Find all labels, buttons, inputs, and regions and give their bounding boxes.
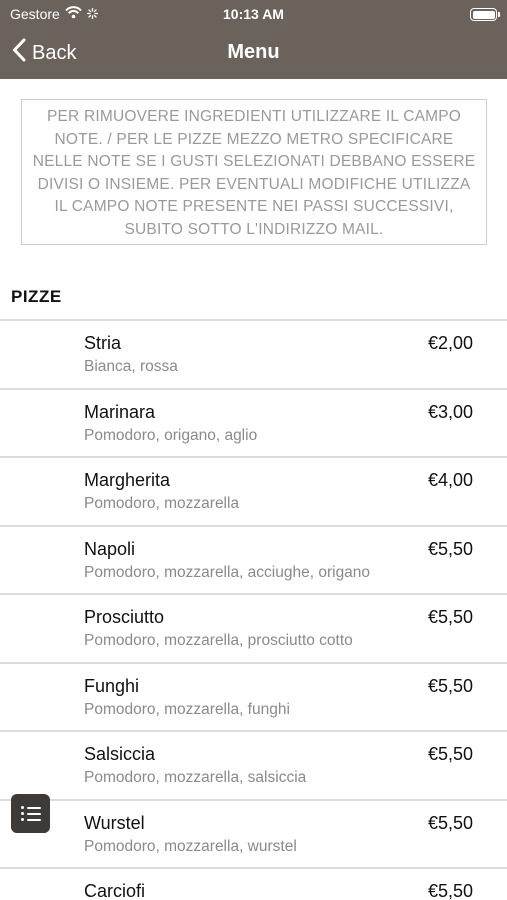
item-price: €5,50 xyxy=(427,812,473,833)
item-price: €2,00 xyxy=(427,333,473,353)
navigation-bar: Back Menu xyxy=(0,28,507,79)
category-menu-button[interactable] xyxy=(11,794,50,833)
item-price: €5,50 xyxy=(427,881,473,900)
menu-item[interactable]: Stria Bianca, rossa €2,00 xyxy=(0,319,507,388)
item-name: Margherita xyxy=(84,470,171,490)
item-price: €4,00 xyxy=(427,470,473,490)
item-name: Salsiccia xyxy=(84,744,156,764)
item-description: Pomodoro, mozzarella, funghi xyxy=(84,700,290,718)
menu-item[interactable]: Margherita Pomodoro, mozzarella €4,00 xyxy=(0,456,507,525)
status-time: 10:13 AM xyxy=(223,6,284,22)
notice-box: PER RIMUOVERE INGREDIENTI UTILIZZARE IL … xyxy=(21,99,487,245)
menu-list: Stria Bianca, rossa €2,00 Marinara Pomod… xyxy=(0,319,507,900)
item-name: Napoli xyxy=(84,538,136,559)
menu-item[interactable]: Funghi Pomodoro, mozzarella, funghi €5,5… xyxy=(0,661,507,731)
item-description: Pomodoro, mozzarella, wurstel xyxy=(84,837,297,855)
item-name: Marinara xyxy=(84,401,156,422)
menu-item[interactable]: Marinara Pomodoro, origano, aglio €3,00 xyxy=(0,387,507,457)
menu-item[interactable]: Prosciutto Pomodoro, mozzarella, prosciu… xyxy=(0,593,507,662)
menu-item[interactable]: Carciofi €5,50 xyxy=(0,867,507,900)
item-price: €5,50 xyxy=(427,607,473,627)
section-title: PIZZE xyxy=(11,287,62,306)
item-price: €5,50 xyxy=(427,675,473,696)
battery-icon xyxy=(470,8,500,21)
status-bar: Gestore 10:13 AM xyxy=(0,0,507,28)
item-description: Pomodoro, mozzarella, prosciutto cotto xyxy=(84,632,353,649)
top-bar: Gestore 10:13 AM Back Menu xyxy=(0,0,507,79)
menu-item[interactable]: Napoli Pomodoro, mozzarella, acciughe, o… xyxy=(0,524,507,594)
item-name: Stria xyxy=(84,333,122,353)
item-price: €3,00 xyxy=(427,401,473,422)
item-description: Bianca, rossa xyxy=(84,358,178,375)
menu-item[interactable]: Salsiccia Pomodoro, mozzarella, salsicci… xyxy=(0,730,507,799)
item-name: Prosciutto xyxy=(84,607,165,627)
page-title: Menu xyxy=(227,41,280,63)
item-name: Carciofi xyxy=(84,881,146,900)
item-name: Wurstel xyxy=(84,812,145,833)
item-description: Pomodoro, mozzarella, acciughe, origano xyxy=(84,563,371,581)
menu-item[interactable]: Wurstel Pomodoro, mozzarella, wurstel €5… xyxy=(0,798,507,868)
item-name: Funghi xyxy=(84,675,140,696)
item-price: €5,50 xyxy=(427,538,473,559)
item-description: Pomodoro, mozzarella, salsiccia xyxy=(84,769,307,786)
item-description: Pomodoro, mozzarella xyxy=(84,495,240,512)
item-price: €5,50 xyxy=(427,744,473,764)
item-description: Pomodoro, origano, aglio xyxy=(84,426,258,444)
